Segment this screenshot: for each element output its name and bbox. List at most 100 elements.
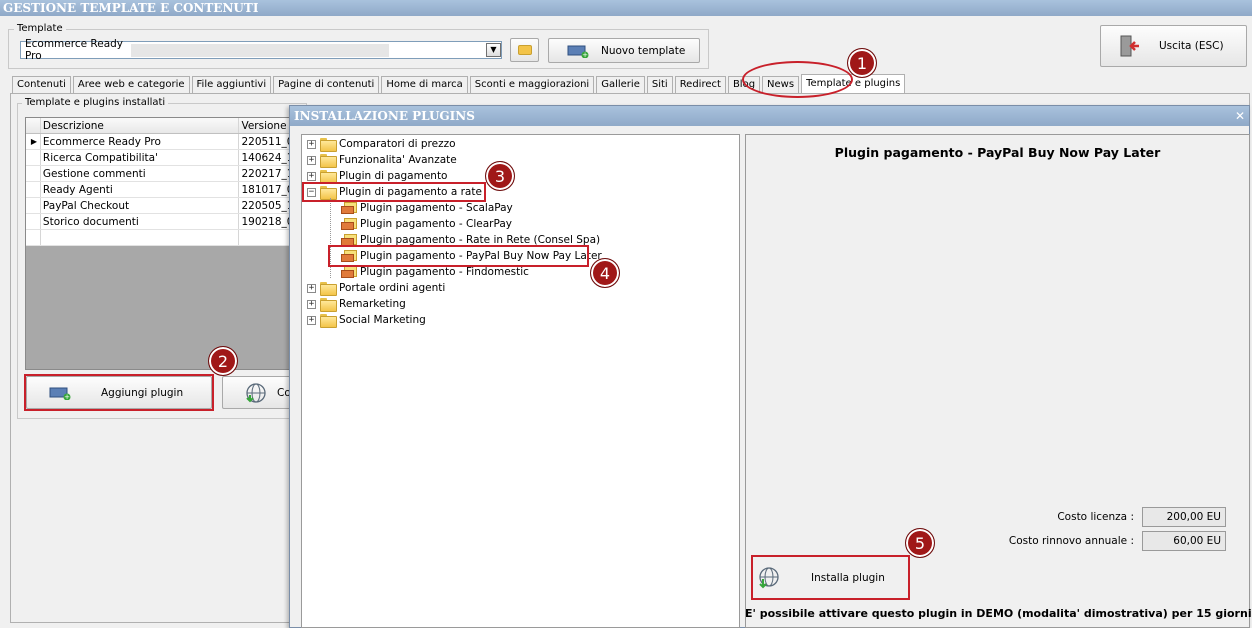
tree-node-label: Funzionalita' Avanzate	[339, 154, 457, 166]
tree-node-label: Plugin pagamento - ScalaPay	[360, 202, 513, 214]
step-marker-5: 5	[905, 528, 935, 558]
tab-redirect[interactable]: Redirect	[674, 76, 726, 93]
dialog-titlebar: INSTALLAZIONE PLUGINS ✕	[290, 106, 1249, 126]
tab-siti[interactable]: Siti	[646, 76, 673, 93]
plugin-name: Ecommerce Ready Pro	[41, 134, 240, 149]
folder-icon	[320, 282, 337, 296]
row-indicator	[26, 214, 41, 229]
exit-door-icon	[1120, 35, 1139, 57]
svg-text:+: +	[582, 51, 588, 58]
row-indicator	[26, 230, 41, 245]
highlight-tab-ellipse	[742, 61, 853, 98]
expand-icon[interactable]: +	[307, 315, 316, 325]
tab-gallerie[interactable]: Gallerie	[596, 76, 645, 93]
demo-note: E' possibile attivare questo plugin in D…	[745, 607, 1252, 620]
row-indicator	[26, 150, 41, 165]
window-title: GESTIONE TEMPLATE E CONTENUTI	[0, 0, 1252, 16]
new-template-label: Nuovo template	[601, 44, 686, 57]
current-row-icon: ▶	[26, 134, 41, 149]
renewal-cost-value: 60,00 EU	[1142, 531, 1226, 551]
folder-icon	[320, 314, 337, 328]
row-indicator-header	[26, 118, 41, 133]
tree-node-social-marketing[interactable]: + Social Marketing	[307, 312, 426, 328]
tree-node-label: Plugin pagamento - ClearPay	[360, 218, 512, 230]
plugin-name: Storico documenti	[41, 214, 240, 229]
tree-node-label: Comparatori di prezzo	[339, 138, 456, 150]
tree-node-funzionalita[interactable]: + Funzionalita' Avanzate	[307, 152, 457, 168]
new-template-button[interactable]: + Nuovo template	[548, 38, 700, 63]
tree-node-label: Portale ordini agenti	[339, 282, 446, 294]
table-row[interactable]: ▶ Ecommerce Ready Pro 220511_0	[26, 134, 304, 150]
tab-sconti[interactable]: Sconti e maggiorazioni	[469, 76, 595, 93]
tree-node-comparatori[interactable]: + Comparatori di prezzo	[307, 136, 456, 152]
folder-icon	[320, 170, 337, 184]
open-folder-button[interactable]	[510, 38, 539, 62]
folder-icon	[320, 298, 337, 312]
step-marker-4: 4	[590, 258, 620, 288]
close-icon[interactable]: ✕	[1235, 109, 1245, 123]
tree-node-label: Remarketing	[339, 298, 406, 310]
expand-icon[interactable]: +	[307, 155, 316, 165]
folder-icon	[320, 138, 337, 152]
chevron-down-icon[interactable]: ▼	[486, 43, 501, 57]
template-select-value: Ecommerce Ready Pro	[25, 38, 124, 62]
globe-download-icon	[246, 382, 266, 403]
row-indicator	[26, 198, 41, 213]
table-row[interactable]: Gestione commenti 220217_1	[26, 166, 304, 182]
tree-node-portale-agenti[interactable]: + Portale ordini agenti	[307, 280, 445, 296]
dialog-title: INSTALLAZIONE PLUGINS	[294, 109, 475, 123]
new-template-icon: +	[567, 45, 589, 58]
tree-node-label: Social Marketing	[339, 314, 426, 326]
expand-icon[interactable]: +	[307, 171, 316, 181]
grid-header: Descrizione Versione i	[26, 118, 304, 134]
license-cost-value: 200,00 EU	[1142, 507, 1226, 527]
expand-icon[interactable]: +	[307, 139, 316, 149]
step-marker-1: 1	[847, 48, 877, 78]
plugin-name: Gestione commenti	[41, 166, 240, 181]
highlight-pagamento-rate	[302, 182, 486, 202]
tab-home-marca[interactable]: Home di marca	[381, 76, 468, 93]
exit-button[interactable]: Uscita (ESC)	[1100, 25, 1247, 67]
tab-pagine-contenuti[interactable]: Pagine di contenuti	[273, 76, 380, 93]
highlight-install-plugin	[751, 555, 910, 600]
license-cost-label: Costo licenza :	[1057, 511, 1134, 523]
table-row[interactable]: Ready Agenti 181017_0	[26, 182, 304, 198]
plugin-icon	[341, 266, 357, 278]
table-row[interactable]: Storico documenti 190218_0	[26, 214, 304, 230]
expand-icon[interactable]: +	[307, 283, 316, 293]
tree-node-clearpay[interactable]: Plugin pagamento - ClearPay	[341, 216, 512, 232]
tree-node-remarketing[interactable]: + Remarketing	[307, 296, 406, 312]
plugin-name-empty	[41, 230, 240, 245]
plugin-detail-panel	[745, 134, 1250, 628]
plugin-name: PayPal Checkout	[41, 198, 240, 213]
tab-aree-web[interactable]: Aree web e categorie	[72, 76, 190, 93]
plugin-icon	[341, 218, 357, 230]
table-row[interactable]: PayPal Checkout 220505_1	[26, 198, 304, 214]
plugin-icon	[341, 202, 357, 214]
row-indicator	[26, 182, 41, 197]
installed-grid: Descrizione Versione i ▶ Ecommerce Ready…	[25, 117, 305, 370]
tab-contenuti[interactable]: Contenuti	[12, 76, 71, 93]
template-group-label: Template	[14, 23, 66, 34]
renewal-cost-label: Costo rinnovo annuale :	[1008, 535, 1134, 547]
installed-group-label: Template e plugins installati	[22, 97, 169, 108]
highlight-paypal-bnpl	[328, 245, 589, 267]
tree-node-scalapay[interactable]: Plugin pagamento - ScalaPay	[341, 200, 513, 216]
step-marker-2: 2	[208, 346, 238, 376]
plugin-name: Ready Agenti	[41, 182, 240, 197]
column-header-description[interactable]: Descrizione	[41, 118, 240, 133]
folder-icon	[320, 154, 337, 168]
plugin-detail-title: Plugin pagamento - PayPal Buy Now Pay La…	[834, 145, 1161, 160]
expand-icon[interactable]: +	[307, 299, 316, 309]
folder-icon	[517, 45, 532, 55]
exit-label: Uscita (ESC)	[1159, 40, 1224, 52]
plugin-name: Ricerca Compatibilita'	[41, 150, 240, 165]
highlight-add-plugin	[24, 374, 214, 411]
second-action-button[interactable]: Co	[222, 376, 292, 409]
tab-file-aggiuntivi[interactable]: File aggiuntivi	[191, 76, 272, 93]
table-row-new[interactable]	[26, 230, 304, 246]
template-select[interactable]: Ecommerce Ready Pro ▼	[20, 38, 502, 62]
row-indicator	[26, 166, 41, 181]
table-row[interactable]: Ricerca Compatibilita' 140624_1	[26, 150, 304, 166]
step-marker-3: 3	[485, 161, 515, 191]
